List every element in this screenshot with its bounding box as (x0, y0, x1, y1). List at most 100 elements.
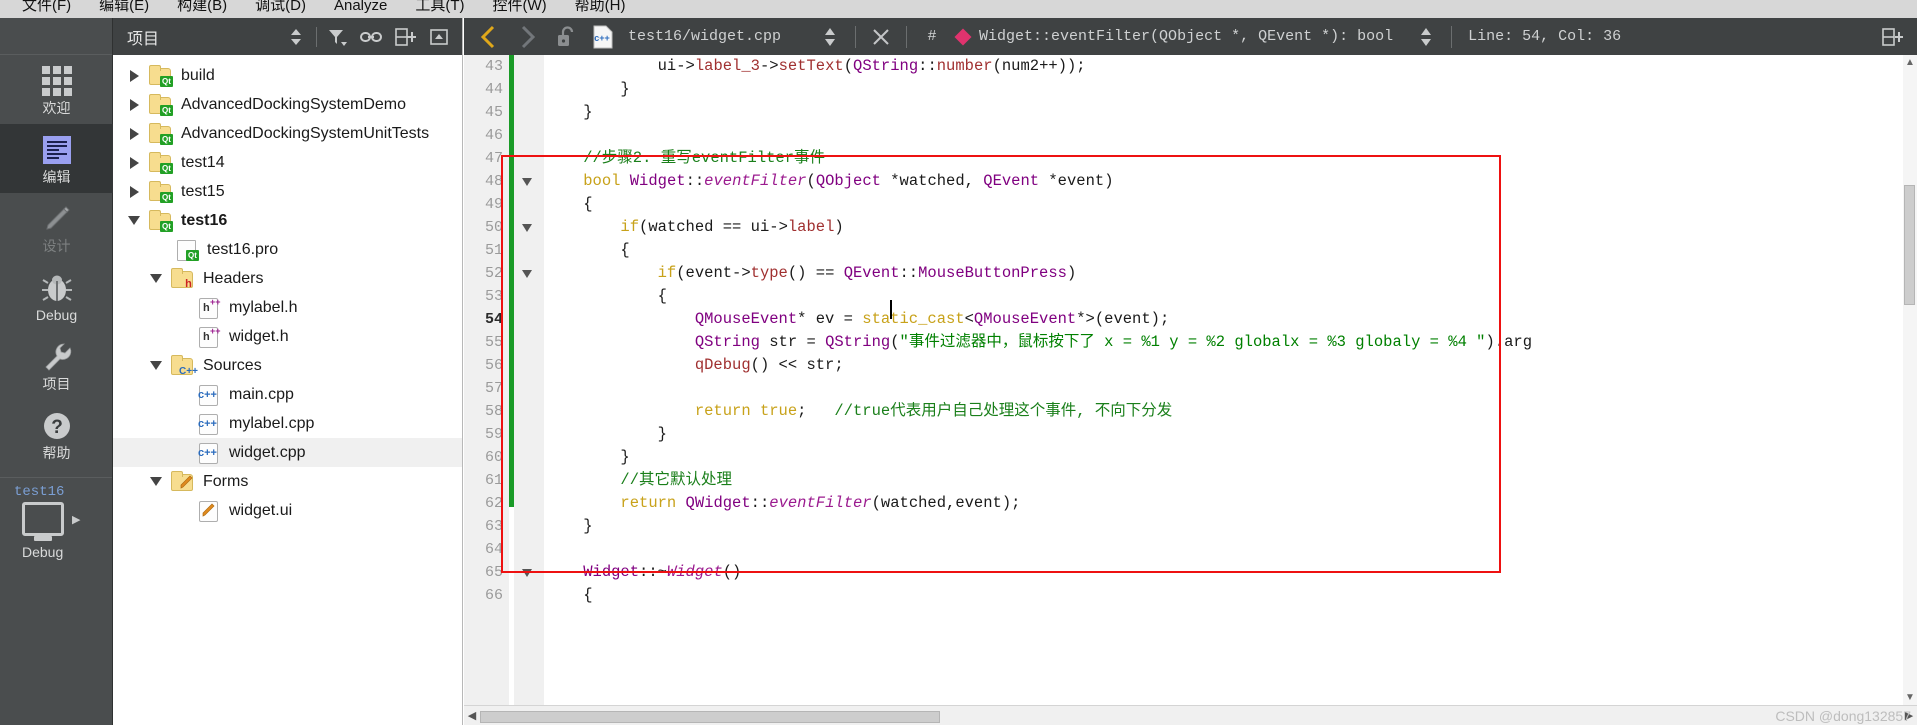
menu-item-help[interactable]: 帮助(H) (561, 0, 640, 15)
twisty-down-icon[interactable] (143, 361, 169, 370)
code-token: ( (992, 57, 1002, 75)
code-line[interactable]: //其它默认处理 (544, 469, 1917, 492)
twisty-down-icon[interactable] (143, 477, 169, 486)
fold-triangle-icon[interactable] (522, 224, 532, 232)
tree-item-main-cpp[interactable]: c++ main.cpp (113, 380, 462, 409)
chevron-right-icon[interactable] (508, 22, 546, 52)
tree-item-headers[interactable]: h Headers (113, 264, 462, 293)
code-line[interactable]: if(watched == ui->label) (544, 216, 1917, 239)
code-line[interactable]: { (544, 285, 1917, 308)
tree-item-test15[interactable]: Qt test15 (113, 177, 462, 206)
code-line[interactable]: //步骤2. 重写eventFilter事件 (544, 147, 1917, 170)
tree-item-mylabel-cpp[interactable]: c++ mylabel.cpp (113, 409, 462, 438)
code-line[interactable]: return QWidget::eventFilter(watched,even… (544, 492, 1917, 515)
twisty-down-icon[interactable] (121, 216, 147, 225)
code-line[interactable]: } (544, 101, 1917, 124)
code-line[interactable]: bool Widget::eventFilter(QObject *watche… (544, 170, 1917, 193)
sidebar-item-help[interactable]: ? 帮助 (0, 400, 113, 469)
tree-item-forms[interactable]: Forms (113, 467, 462, 496)
twisty-down-icon[interactable] (143, 274, 169, 283)
horizontal-scrollbar[interactable]: ◀ ▶ (464, 705, 1917, 725)
twisty-right-icon[interactable] (121, 98, 147, 111)
code-line[interactable]: } (544, 423, 1917, 446)
menu-item-tools[interactable]: 工具(T) (401, 0, 478, 15)
editor-symbol-selector[interactable]: Widget::eventFilter(QObject *, QEvent *)… (979, 28, 1393, 45)
horizontal-scroll-thumb[interactable] (480, 710, 940, 723)
code-line[interactable]: qDebug() << str; (544, 354, 1917, 377)
code-text[interactable]: ui->label_3->setText(QString::number(num… (544, 55, 1917, 725)
fold-triangle-icon[interactable] (522, 569, 532, 577)
tree-item-mylabel-h[interactable]: h ++ mylabel.h (113, 293, 462, 322)
tree-item-sources[interactable]: C++ Sources (113, 351, 462, 380)
menu-item-file[interactable]: 文件(F) (8, 0, 85, 15)
fold-triangle-icon[interactable] (522, 270, 532, 278)
scroll-left-arrow-icon[interactable]: ◀ (464, 707, 480, 725)
code-line[interactable]: Widget::~Widget() (544, 561, 1917, 584)
tree-item-widget-h[interactable]: h ++ widget.h (113, 322, 462, 351)
code-line[interactable]: { (544, 239, 1917, 262)
vertical-scroll-thumb[interactable] (1904, 185, 1915, 305)
sidebar-item-design[interactable]: 设计 (0, 193, 113, 262)
code-line[interactable] (544, 124, 1917, 147)
editor-file-path[interactable]: test16/widget.cpp (628, 28, 781, 45)
sidebar-item-welcome[interactable]: 欢迎 (0, 55, 113, 124)
scroll-up-arrow-icon[interactable]: ▲ (1905, 57, 1915, 68)
twisty-right-icon[interactable] (121, 127, 147, 140)
file-selector-arrows-icon[interactable] (811, 22, 849, 52)
symbol-selector-arrows-icon[interactable] (1407, 22, 1445, 52)
code-line[interactable]: if(event->type() == QEvent::MouseButtonP… (544, 262, 1917, 285)
tree-item-test16-pro[interactable]: Qt test16.pro (113, 235, 462, 264)
code-line[interactable]: } (544, 446, 1917, 469)
code-line[interactable]: } (544, 515, 1917, 538)
twisty-right-icon[interactable] (121, 156, 147, 169)
menu-item-edit[interactable]: 编辑(E) (85, 0, 163, 15)
sidebar-item-projects[interactable]: 项目 (0, 331, 113, 400)
scroll-down-arrow-icon[interactable]: ▼ (1905, 692, 1915, 703)
unlocked-padlock-icon[interactable] (546, 22, 584, 52)
editor-body[interactable]: 43 44 45 46 47 48 49 50 51 52 53 54 55 56 57 58 59 60 61 62… (464, 55, 1917, 725)
line-number: 43 (484, 58, 503, 75)
code-line[interactable]: } (544, 78, 1917, 101)
split-add-icon[interactable] (1873, 22, 1911, 52)
code-line[interactable]: return true; //true代表用户自己处理这个事件, 不向下分发 (544, 400, 1917, 423)
twisty-right-icon[interactable] (121, 69, 147, 82)
chevron-left-icon[interactable] (470, 22, 508, 52)
code-line[interactable] (544, 377, 1917, 400)
link-icon[interactable] (354, 22, 388, 52)
code-line[interactable]: QString str = QString("事件过滤器中，鼠标按下了 x = … (544, 331, 1917, 354)
fold-column[interactable] (514, 55, 544, 725)
tree-item-widget-ui[interactable]: widget.ui (113, 496, 462, 525)
horizontal-scroll-track[interactable] (480, 708, 1901, 723)
up-down-arrows-icon[interactable] (279, 22, 313, 52)
menu-item-debug[interactable]: 调试(D) (241, 0, 320, 15)
fold-triangle-icon[interactable] (522, 178, 532, 186)
code-line[interactable] (544, 538, 1917, 561)
sidebar-item-debug[interactable]: Debug (0, 262, 113, 331)
close-x-icon[interactable] (862, 22, 900, 52)
menu-item-widgets[interactable]: 控件(W) (479, 0, 561, 15)
code-token: ; (797, 402, 835, 420)
menu-item-analyze[interactable]: Analyze (320, 0, 401, 15)
tree-item-test16[interactable]: Qt test16 (113, 206, 462, 235)
code-line[interactable]: { (544, 193, 1917, 216)
twisty-right-icon[interactable] (121, 185, 147, 198)
menu-item-build[interactable]: 构建(B) (163, 0, 241, 15)
project-tree[interactable]: Qt build Qt AdvancedDockingSystemDemo Qt… (113, 55, 462, 525)
hash-icon[interactable]: # (913, 22, 951, 52)
kit-selector[interactable]: ▶ (0, 502, 112, 536)
vertical-scrollbar[interactable]: ▲ ▼ (1903, 55, 1917, 705)
tree-item-advanceddockingsystemdemo[interactable]: Qt AdvancedDockingSystemDemo (113, 90, 462, 119)
close-pane-icon[interactable] (422, 22, 456, 52)
code-line[interactable]: QMouseEvent* ev = static_cast<QMouseEven… (544, 308, 1917, 331)
code-token: setText (778, 57, 844, 75)
sidebar-item-edit[interactable]: 编辑 (0, 124, 113, 193)
code-line[interactable]: ui->label_3->setText(QString::number(num… (544, 55, 1917, 78)
tree-item-widget-cpp[interactable]: c++ widget.cpp (113, 438, 462, 467)
split-add-icon[interactable] (388, 22, 422, 52)
tree-item-advanceddockingsystemunittests[interactable]: Qt AdvancedDockingSystemUnitTests (113, 119, 462, 148)
tree-item-build[interactable]: Qt build (113, 61, 462, 90)
code-line[interactable]: { (544, 584, 1917, 607)
filter-icon[interactable] (320, 22, 354, 52)
tree-item-test14[interactable]: Qt test14 (113, 148, 462, 177)
